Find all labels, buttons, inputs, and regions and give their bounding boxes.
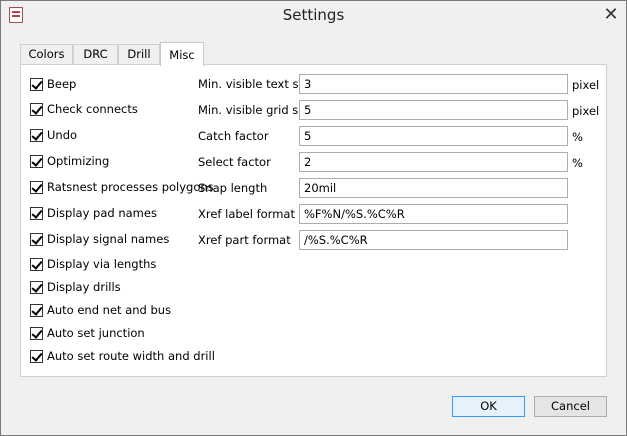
min-visible-grid-size-input[interactable] — [299, 100, 568, 120]
min-visible-grid-size-label: Min. visible grid size — [198, 103, 315, 117]
xref-part-format-input[interactable] — [299, 230, 568, 250]
checkbox-display-signal-names[interactable]: Display signal names — [30, 231, 169, 247]
checkbox-check-icon[interactable] — [30, 257, 43, 271]
checkbox-check-icon[interactable] — [30, 77, 43, 91]
window-title: Settings — [282, 6, 345, 24]
tab-misc[interactable]: Misc — [160, 42, 204, 66]
checkbox-label: Beep — [47, 77, 77, 91]
xref-label-format-label: Xref label format — [198, 207, 295, 221]
checkbox-undo[interactable]: Undo — [30, 127, 77, 143]
cancel-button[interactable]: Cancel — [534, 396, 607, 417]
checkbox-optimizing[interactable]: Optimizing — [30, 153, 109, 169]
min-visible-text-size-unit: pixel — [572, 78, 600, 92]
catch-factor-unit: % — [572, 130, 583, 144]
select-factor-label: Select factor — [198, 155, 271, 169]
min-visible-grid-size-unit: pixel — [572, 104, 600, 118]
checkbox-check-icon[interactable] — [30, 349, 43, 363]
checkbox-display-drills[interactable]: Display drills — [30, 279, 121, 295]
checkbox-check-connects[interactable]: Check connects — [30, 101, 138, 117]
checkbox-label: Display via lengths — [47, 257, 157, 271]
xref-label-format-input[interactable] — [299, 204, 568, 224]
catch-factor-input[interactable] — [299, 126, 568, 146]
checkbox-check-icon[interactable] — [30, 303, 43, 317]
checkbox-label: Display drills — [47, 280, 121, 294]
title-bar: Settings ✕ — [0, 0, 627, 31]
checkbox-beep[interactable]: Beep — [30, 76, 76, 92]
snap-length-input[interactable] — [299, 178, 568, 198]
checkbox-check-icon[interactable] — [30, 280, 43, 294]
tab-drc[interactable]: DRC — [73, 44, 118, 65]
checkbox-display-pad-names[interactable]: Display pad names — [30, 205, 157, 221]
close-icon[interactable]: ✕ — [602, 6, 620, 24]
min-visible-text-size-label: Min. visible text size — [198, 77, 315, 91]
xref-part-format-label: Xref part format — [198, 233, 291, 247]
checkbox-label: Display signal names — [47, 232, 170, 246]
ok-button[interactable]: OK — [452, 396, 525, 417]
select-factor-input[interactable] — [299, 152, 568, 172]
checkbox-auto-set-junction[interactable]: Auto set junction — [30, 325, 145, 341]
catch-factor-label: Catch factor — [198, 129, 269, 143]
snap-length-label: Snap length — [198, 181, 268, 195]
min-visible-text-size-input[interactable] — [299, 74, 568, 94]
checkbox-label: Ratsnest processes polygons — [47, 180, 214, 194]
checkbox-label: Auto set route width and drill — [47, 349, 215, 363]
checkbox-label: Check connects — [47, 102, 138, 116]
checkbox-ratsnest-polygons[interactable]: Ratsnest processes polygons — [30, 179, 214, 195]
checkbox-label: Auto set junction — [47, 326, 145, 340]
select-factor-unit: % — [572, 156, 583, 170]
checkbox-check-icon[interactable] — [30, 206, 43, 220]
checkbox-auto-end-net-bus[interactable]: Auto end net and bus — [30, 302, 171, 318]
checkbox-check-icon[interactable] — [30, 232, 43, 246]
checkbox-auto-set-route-width[interactable]: Auto set route width and drill — [30, 348, 215, 364]
checkbox-check-icon[interactable] — [30, 102, 43, 116]
checkbox-label: Display pad names — [47, 206, 157, 220]
checkbox-check-icon[interactable] — [30, 326, 43, 340]
tab-colors[interactable]: Colors — [20, 44, 73, 65]
checkbox-label: Optimizing — [47, 154, 110, 168]
tab-drill[interactable]: Drill — [118, 44, 160, 65]
checkbox-check-icon[interactable] — [30, 154, 43, 168]
checkbox-label: Undo — [47, 128, 78, 142]
checkbox-display-via-lengths[interactable]: Display via lengths — [30, 256, 156, 272]
checkbox-check-icon[interactable] — [30, 180, 43, 194]
checkbox-check-icon[interactable] — [30, 128, 43, 142]
checkbox-label: Auto end net and bus — [47, 303, 172, 317]
